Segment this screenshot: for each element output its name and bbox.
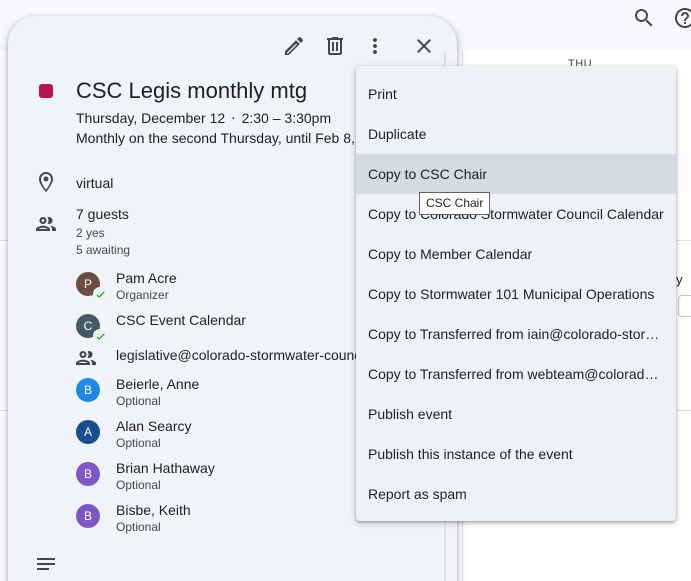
event-title: CSC Legis monthly mtg [76,78,308,103]
close-icon[interactable] [412,34,436,58]
menu-item-print[interactable]: Print [356,74,676,114]
menu-item-publish-instance[interactable]: Publish this instance of the event [356,434,676,474]
menu-item-copy-transferred-webteam[interactable]: Copy to Transferred from webteam@colorad… [356,354,676,394]
more-vert-icon[interactable] [363,34,387,58]
menu-item-copy-council-calendar[interactable]: Copy to Colorado Stormwater Council Cale… [356,194,676,234]
menu-item-copy-csc-chair[interactable]: Copy to CSC Chair [356,154,676,194]
calendar-edge-text: y [676,272,683,287]
search-icon[interactable] [632,6,656,30]
edit-icon[interactable] [282,34,306,58]
menu-item-publish-event[interactable]: Publish event [356,394,676,434]
avatar: A [76,420,100,444]
menu-item-copy-stormwater-101[interactable]: Copy to Stormwater 101 Municipal Operati… [356,274,676,314]
tooltip: CSC Chair [419,192,491,215]
guest-name: Bisbe, Keith [116,502,191,518]
guests-summary: 7 guests [76,206,129,222]
menu-item-duplicate[interactable]: Duplicate [356,114,676,154]
group-icon [74,346,98,370]
event-datetime: Thursday, December 12 ⋅ 2:30 – 3:30pm [76,110,331,127]
calendar-edge-control[interactable] [678,295,691,317]
event-recurrence: Monthly on the second Thursday, until Fe… [76,130,390,146]
menu-item-copy-transferred-iain[interactable]: Copy to Transferred from iain@colorado-s… [356,314,676,354]
guests-icon [34,212,58,236]
guest-name: legislative@colorado-stormwater-council.… [116,347,392,363]
grid-line [0,240,8,241]
guest-role: Optional [116,478,161,492]
grid-line [676,240,691,241]
guest-role: Optional [116,436,161,450]
menu-item-copy-member-calendar[interactable]: Copy to Member Calendar [356,234,676,274]
datetime-separator: ⋅ [231,110,236,126]
help-icon[interactable] [673,6,691,30]
guest-name: Pam Acre [116,270,177,286]
location-icon [34,170,58,194]
event-color-swatch [39,84,53,98]
event-date: Thursday, December 12 [76,110,226,126]
guest-name: CSC Event Calendar [116,312,246,328]
guests-yes-count: 2 yes [76,226,105,240]
grid-line [0,410,8,411]
event-time: 2:30 – 3:30pm [241,110,332,126]
guests-awaiting-count: 5 awaiting [76,243,131,257]
guest-name: Brian Hathaway [116,460,215,476]
grid-line [676,410,691,411]
more-options-menu: Print Duplicate Copy to CSC Chair Copy t… [356,66,676,521]
guest-name: Beierle, Anne [116,376,200,392]
description-icon [34,552,58,576]
delete-icon[interactable] [323,34,347,58]
accepted-check-icon [93,287,107,301]
menu-item-report-spam[interactable]: Report as spam [356,474,676,514]
guest-role: Optional [116,520,161,534]
avatar: B [76,462,100,486]
avatar: B [76,378,100,402]
accepted-check-icon [93,329,107,343]
guest-name: Alan Searcy [116,418,192,434]
event-location: virtual [76,175,114,191]
guest-role: Optional [116,394,161,408]
calendar-day-label: THU [568,58,593,66]
avatar: B [76,504,100,528]
guest-role: Organizer [116,288,169,302]
